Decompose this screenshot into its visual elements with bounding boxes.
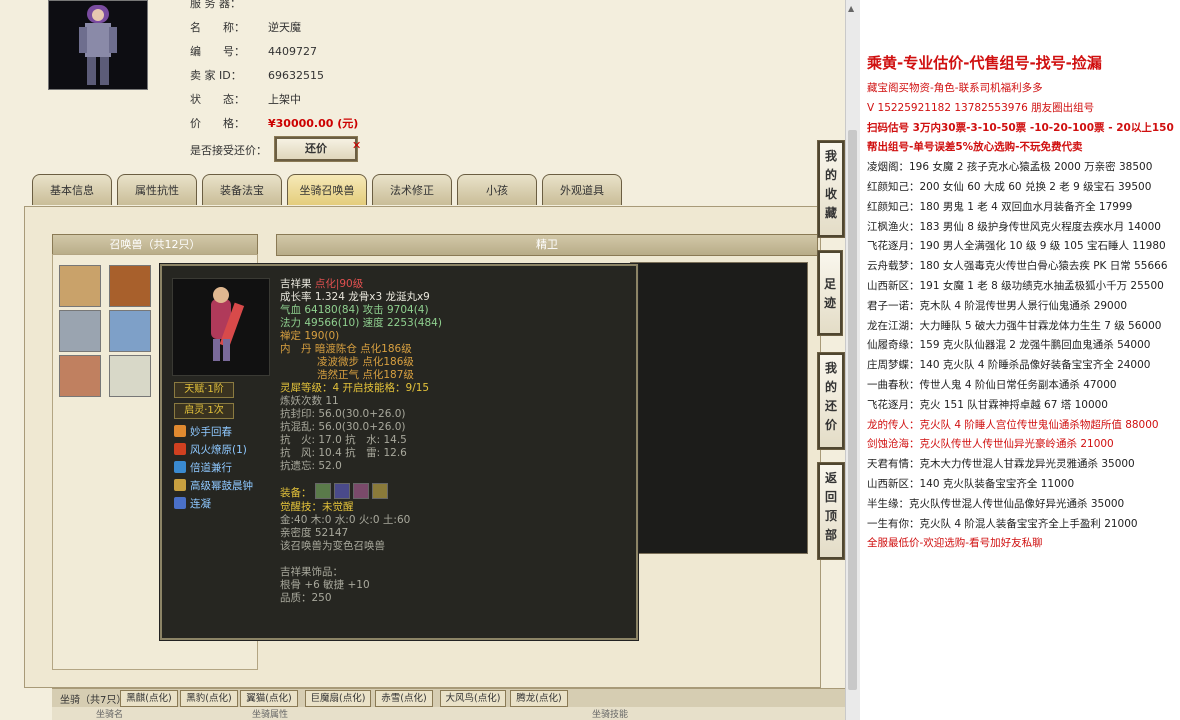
ornament-quality: 品质：250 <box>280 592 332 604</box>
mount-tab[interactable]: 赤雪(点化) <box>375 690 433 707</box>
note-line: 飞花逐月：190 男人全满强化 10 级 9 级 105 宝石睡人 11980 <box>867 240 1166 253</box>
mount-tab[interactable]: 大风鸟(点化) <box>440 690 506 707</box>
note-line: 山西新区：140 克火队装备宝宝齐全 11000 <box>867 478 1075 490</box>
seller-id: 69632515 <box>268 69 324 82</box>
note-line: 飞花逐月：克火 151 队甘霖神捋卓越 67 塔 10000 <box>867 398 1108 411</box>
note-line: 龙的传人：克火队 4 阶睡人宫位传世鬼仙通杀物超所值 88000 <box>867 418 1159 431</box>
note-line: 龙在江湖：大力睡队 5 破大力强牛甘霖龙体力生生 7 级 56000 <box>867 319 1162 332</box>
note-line: 一曲春秋：传世人鬼 4 阶仙日常任务副本通杀 47000 <box>867 379 1117 391</box>
tab-basic-info[interactable]: 基本信息 <box>32 174 112 205</box>
note-line: 藏宝阁买物资-角色-联系司机福利多多 <box>867 82 1043 94</box>
pet-skill: 连凝 <box>174 496 211 511</box>
pet-thumb[interactable] <box>109 310 151 352</box>
price-row: 价 格： ¥30000.00 (元) <box>190 117 359 130</box>
talent-badge: 天赋·1阶 <box>174 382 234 398</box>
pet-skill: 高级幂鼓晨钟 <box>174 478 253 493</box>
note-line: 天君有情：克木大力传世混人甘霖龙异光灵雅通杀 35000 <box>867 458 1135 471</box>
scroll-up-icon[interactable]: ▲ <box>848 4 854 13</box>
note-line: 云舟载梦：180 女人强毒克火传世白骨心猿去疾 PK 日常 55666 <box>867 260 1168 273</box>
note-line: 君子一诺：克木队 4 阶混传世男人景行仙鬼通杀 29000 <box>867 299 1128 312</box>
mount-tab[interactable]: 黑麒(点化) <box>120 690 178 707</box>
tab-mounts-pets[interactable]: 坐骑召唤兽 <box>287 174 367 205</box>
my-favorites-button[interactable]: 我的收藏 <box>817 140 845 238</box>
history-button[interactable]: 足迹 <box>817 250 843 336</box>
mount-tab[interactable]: 腾龙(点化) <box>510 690 568 707</box>
note-line: 红颜知己：200 女仙 60 大成 60 兑换 2 老 9 级宝石 39500 <box>867 181 1152 193</box>
mounts-table-header: 坐骑名 坐骑属性 坐骑技能 <box>52 707 845 720</box>
tab-appearance[interactable]: 外观道具 <box>542 174 622 205</box>
mount-tab[interactable]: 黑豹(点化) <box>180 690 238 707</box>
note-line: 仙履奇缘：159 克火队仙器混 2 龙强牛鹏回血鬼通杀 54000 <box>867 339 1151 352</box>
scrollbar-thumb[interactable] <box>848 130 857 690</box>
pet-thumb[interactable] <box>59 310 101 352</box>
equip-icon <box>314 483 331 499</box>
price-value: ¥30000.00 (元) <box>268 117 359 130</box>
equip-icon <box>371 483 388 499</box>
pet-thumb[interactable] <box>59 355 101 397</box>
listing-panel: 服 务 器： 名 称： 逆天魔 编 号： 4409727 卖 家 ID： 696325… <box>0 0 845 720</box>
pet-thumb[interactable] <box>59 265 101 307</box>
close-icon: ✕ <box>352 139 362 152</box>
skill-icon <box>174 443 186 455</box>
note-line: 剑蚀沧海：克火队传世人传世仙异光豪岭通杀 21000 <box>867 438 1114 451</box>
status-value: 上架中 <box>268 93 301 106</box>
tab-attributes[interactable]: 属性抗性 <box>117 174 197 205</box>
my-counter-offers-button[interactable]: 我的还价 <box>817 352 845 450</box>
pet-thumb[interactable] <box>109 355 151 397</box>
counter-offer-label: 是否接受还价： <box>190 144 267 157</box>
id-row: 编 号： 4409727 <box>190 45 317 58</box>
pet-detail-area <box>630 262 808 554</box>
pet-skill: 风火燎原(1) <box>174 442 247 457</box>
tab-equipment[interactable]: 装备法宝 <box>202 174 282 205</box>
note-line: 庄周梦蝶：140 克火队 4 阶睡杀品像好装备宝宝齐全 24000 <box>867 359 1151 372</box>
scrollbar[interactable]: ▲ <box>845 0 860 720</box>
note-line: 江枫渔火：183 男仙 8 级护身传世风克火程度去疾水月 14000 <box>867 220 1161 233</box>
note-line: V 15225921182 13782553976 朋友圈出组号 <box>867 101 1095 114</box>
note-line: 一生有你：克火队 4 阶混人装备宝宝齐全上手盈利 21000 <box>867 517 1138 530</box>
seller-row: 卖 家 ID： 69632515 <box>190 69 324 82</box>
pet-portrait <box>172 278 270 376</box>
equip-icon <box>333 483 350 499</box>
equip-icon <box>352 483 369 499</box>
note-line: 半生缘：克火队传世混人传世仙品像好异光通杀 35000 <box>867 497 1125 510</box>
pet-tooltip: 吉祥果 点化|90级 成长率 1.324 龙骨x3 龙涎丸x9 气血 64180… <box>160 264 638 640</box>
notes-panel: 乘黄-专业估价-代售组号-找号-捡漏 藏宝阁买物资-角色-联系司机福利多多 V 1… <box>860 0 1180 720</box>
role-id: 4409727 <box>268 45 317 58</box>
skill-icon <box>174 479 186 491</box>
pet-detail-header: 精卫 <box>276 234 818 256</box>
pet-equip-row: 装备： <box>280 483 388 500</box>
pet-thumb[interactable] <box>109 265 151 307</box>
pet-skill: 倍道兼行 <box>174 460 232 475</box>
skill-icon <box>174 425 186 437</box>
tab-children[interactable]: 小孩 <box>457 174 537 205</box>
character-portrait <box>48 0 148 90</box>
note-line: 扫码估号 3万内30票-3-10-50票 -10-20-100票 - 20以上1… <box>867 121 1174 134</box>
mounts-header: 坐骑（共7只） <box>60 695 127 706</box>
skill-icon <box>174 461 186 473</box>
note-line: 红颜知己：180 男鬼 1 老 4 双回血水月装备齐全 17999 <box>867 200 1133 213</box>
pet-res-forget: 抗遗忘: 52.0 <box>280 460 342 472</box>
note-line: 凌烟阁：196 女魔 2 孩子克水心猿孟极 2000 万亲密 38500 <box>867 161 1153 174</box>
skill-icon <box>174 497 186 509</box>
pet-variant-note: 该召唤兽为变色召唤兽 <box>280 540 385 552</box>
server-row: 服 务 器： <box>190 0 241 10</box>
enlighten-badge: 启灵·1次 <box>174 403 234 419</box>
tab-spell-mods[interactable]: 法术修正 <box>372 174 452 205</box>
counter-offer-button[interactable]: 还价 <box>274 136 358 162</box>
note-line: 帮出组号-单号误差5%放心选购-不玩免费代卖 <box>867 141 1083 154</box>
role-name: 逆天魔 <box>268 21 301 34</box>
mount-tab[interactable]: 巨魔扇(点化) <box>305 690 371 707</box>
note-line: 山西新区：191 女魔 1 老 8 级功绩克水抽孟极狐小千万 25500 <box>867 280 1164 292</box>
notes-title: 乘黄-专业估价-代售组号-找号-捡漏 <box>867 54 1102 72</box>
back-to-top-button[interactable]: 返回顶部 <box>817 462 845 560</box>
status-row: 状 态： 上架中 <box>190 93 301 106</box>
pet-skill: 妙手回春 <box>174 424 232 439</box>
name-row: 名 称： 逆天魔 <box>190 21 301 34</box>
pets-header: 召唤兽（共12只） <box>52 234 258 256</box>
note-line: 全服最低价-欢迎选购-看号加好友私聊 <box>867 537 1043 550</box>
mount-tab[interactable]: 翼猫(点化) <box>240 690 298 707</box>
